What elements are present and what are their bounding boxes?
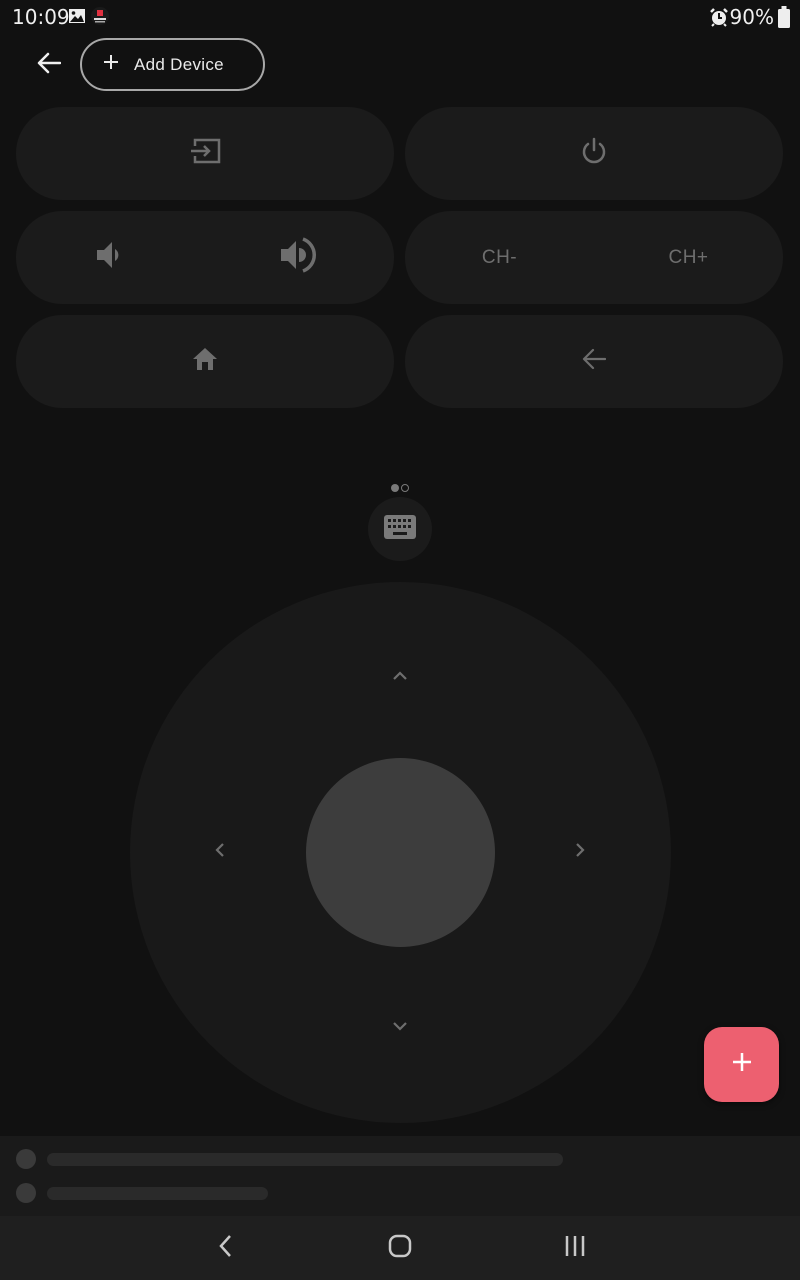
- system-nav-bar: [0, 1216, 800, 1280]
- nav-recents-button[interactable]: [550, 1228, 600, 1268]
- battery-icon: [778, 6, 790, 33]
- plus-icon: [732, 1052, 752, 1077]
- volume-up-icon: [278, 235, 322, 280]
- home-icon: [388, 1234, 412, 1263]
- volume-down-icon: [94, 238, 128, 277]
- back-button[interactable]: [30, 47, 68, 83]
- skeleton-avatar: [16, 1149, 36, 1169]
- channel-control: CH- CH+: [405, 211, 783, 304]
- image-icon: [68, 8, 86, 29]
- add-fab-button[interactable]: [704, 1027, 779, 1102]
- dpad: [130, 582, 671, 1123]
- back-remote-button[interactable]: [405, 315, 783, 408]
- arrow-left-icon: [37, 52, 62, 79]
- channel-down-button[interactable]: CH-: [405, 211, 594, 304]
- pager-dot[interactable]: [401, 484, 409, 492]
- keyboard-button[interactable]: [368, 497, 432, 561]
- pager-dot-active[interactable]: [391, 484, 399, 492]
- channel-down-label: CH-: [481, 246, 518, 268]
- alarm-clock-icon: [709, 7, 729, 32]
- skeleton-line: [47, 1187, 268, 1200]
- add-device-button[interactable]: Add Device: [80, 38, 265, 91]
- volume-control: [16, 211, 394, 304]
- dpad-ok-button[interactable]: [306, 758, 495, 947]
- chevron-down-icon: [392, 1018, 408, 1036]
- arrow-left-icon: [582, 348, 607, 375]
- home-button-area[interactable]: [16, 315, 394, 408]
- nav-home-button[interactable]: [375, 1228, 425, 1268]
- chevron-left-icon: [215, 842, 225, 863]
- keyboard-icon: [384, 514, 416, 544]
- input-button-area[interactable]: [16, 107, 394, 200]
- add-device-label: Add Device: [134, 54, 224, 74]
- skeleton-avatar: [16, 1183, 36, 1203]
- chevron-up-icon: [392, 668, 408, 686]
- device-list-placeholder: [0, 1136, 800, 1216]
- power-button-area[interactable]: [405, 107, 783, 200]
- volume-down-button[interactable]: [16, 211, 205, 304]
- battery-percent: 90%: [729, 5, 774, 29]
- app-notification-icon: [91, 7, 109, 30]
- nav-back-button[interactable]: [200, 1228, 250, 1268]
- status-bar: 10:09 90%: [0, 0, 800, 34]
- power-button[interactable]: [405, 107, 783, 200]
- dpad-up-button[interactable]: [380, 657, 420, 697]
- recents-icon: [564, 1234, 586, 1263]
- plus-icon: [104, 55, 118, 74]
- back-icon: [218, 1234, 232, 1263]
- volume-up-button[interactable]: [205, 211, 394, 304]
- home-icon: [192, 347, 218, 376]
- channel-up-button[interactable]: CH+: [594, 211, 783, 304]
- skeleton-line: [47, 1153, 563, 1166]
- back-remote-button-area[interactable]: [405, 315, 783, 408]
- input-source-icon: [189, 138, 221, 169]
- power-icon: [580, 137, 608, 170]
- channel-up-label: CH+: [668, 246, 709, 268]
- chevron-right-icon: [575, 842, 585, 863]
- dpad-down-button[interactable]: [380, 1007, 420, 1047]
- dpad-right-button[interactable]: [560, 832, 600, 872]
- input-button[interactable]: [16, 107, 394, 200]
- dpad-left-button[interactable]: [200, 832, 240, 872]
- home-button[interactable]: [16, 315, 394, 408]
- status-time: 10:09: [12, 5, 70, 29]
